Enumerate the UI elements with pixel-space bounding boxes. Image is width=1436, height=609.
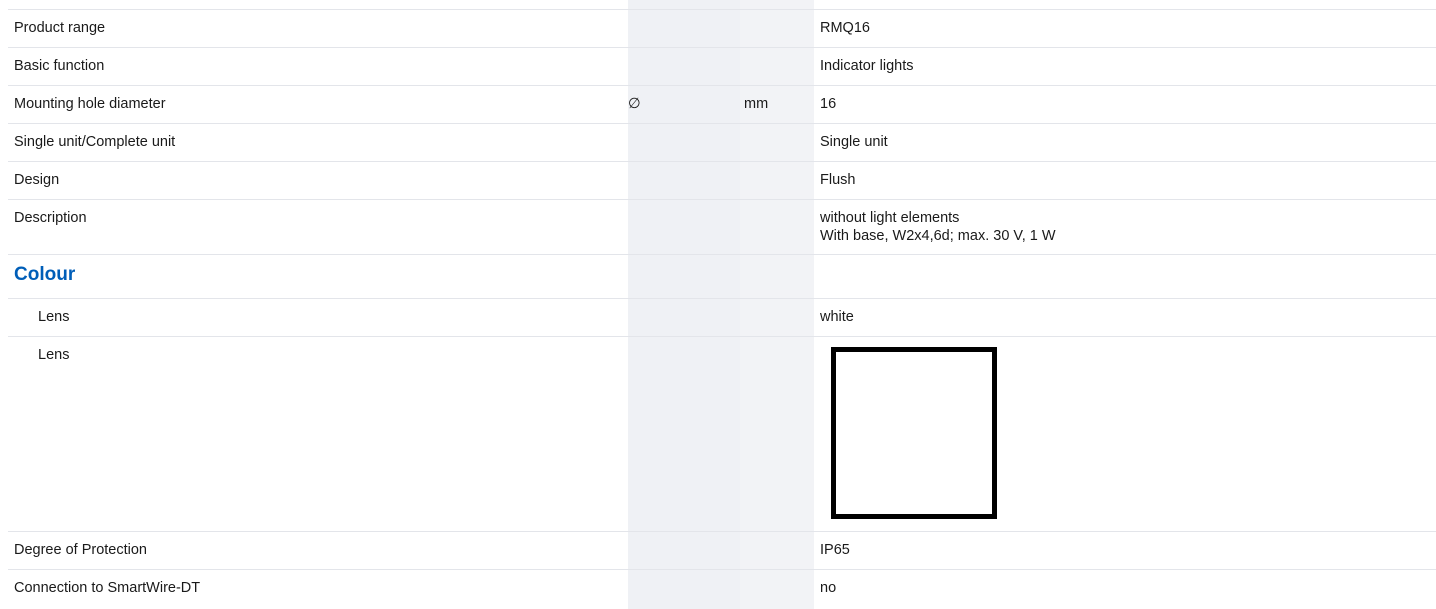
row-unit	[740, 161, 814, 200]
row-value: IP65	[814, 531, 1436, 570]
table-row: Single unit/Complete unit Single unit	[8, 123, 1436, 162]
row-value: no	[814, 569, 1436, 608]
row-value: without light elements With base, W2x4,6…	[814, 199, 1436, 255]
row-unit: mm	[740, 85, 814, 124]
section-title: Colour	[8, 254, 628, 299]
row-value: white	[814, 298, 1436, 337]
row-label: Product range	[8, 9, 628, 48]
row-value: Flush	[814, 161, 1436, 200]
table-row: Lens	[8, 336, 1436, 532]
row-label: Description	[8, 199, 628, 255]
row-value: RMQ16	[814, 9, 1436, 48]
table-row: Mounting hole diameter ∅ mm 16	[8, 85, 1436, 124]
row-label: Lens	[8, 336, 628, 532]
row-symbol	[628, 9, 740, 48]
row-label: Single unit/Complete unit	[8, 123, 628, 162]
description-line-2: With base, W2x4,6d; max. 30 V, 1 W	[820, 228, 1056, 244]
row-label: Connection to SmartWire-DT	[8, 569, 628, 608]
diameter-symbol: ∅	[628, 85, 740, 124]
section-header-row: Colour	[8, 254, 1436, 299]
description-line-1: without light elements	[820, 210, 960, 226]
table-row: Basic function Indicator lights	[8, 47, 1436, 86]
spec-table: Product range RMQ16 Basic function Indic…	[8, 9, 1436, 608]
row-symbol	[628, 47, 740, 86]
table-row: Design Flush	[8, 161, 1436, 200]
row-label: Lens	[8, 298, 628, 337]
row-value: 16	[814, 85, 1436, 124]
row-symbol	[628, 123, 740, 162]
row-symbol	[628, 199, 740, 255]
row-label: Degree of Protection	[8, 531, 628, 570]
row-unit	[740, 47, 814, 86]
row-unit	[740, 199, 814, 255]
table-row: Product range RMQ16	[8, 9, 1436, 48]
row-label: Basic function	[8, 47, 628, 86]
row-unit	[740, 123, 814, 162]
row-value: Indicator lights	[814, 47, 1436, 86]
lens-colour-swatch	[831, 347, 997, 519]
table-row: Degree of Protection IP65	[8, 531, 1436, 570]
table-row: Description without light elements With …	[8, 199, 1436, 255]
table-row: Lens white	[8, 298, 1436, 337]
table-row: Connection to SmartWire-DT no	[8, 569, 1436, 608]
row-symbol	[628, 161, 740, 200]
row-unit	[740, 9, 814, 48]
row-value: Single unit	[814, 123, 1436, 162]
row-label: Design	[8, 161, 628, 200]
row-value	[814, 336, 1436, 532]
row-label: Mounting hole diameter	[8, 85, 628, 124]
